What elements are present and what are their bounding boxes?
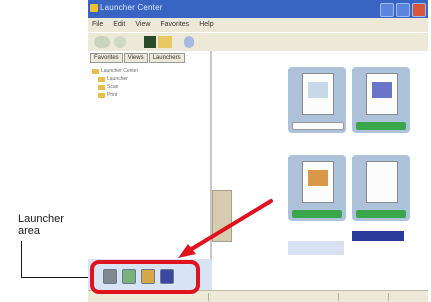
tree-item[interactable]: Launcher xyxy=(92,75,138,83)
tab-launchers[interactable]: Launchers xyxy=(148,53,185,63)
toolbar xyxy=(88,32,428,52)
menu-bar: File Edit View Favorites Help xyxy=(88,18,428,32)
callout-leader-line-horizontal xyxy=(21,277,89,278)
callout-line-2: area xyxy=(18,225,41,237)
launcher-area-highlight xyxy=(90,260,200,294)
thumbnail-item[interactable] xyxy=(352,155,410,221)
page-image xyxy=(372,82,392,98)
menu-file[interactable]: File xyxy=(92,18,103,32)
close-button[interactable] xyxy=(412,3,426,17)
thumbnail-item-partial[interactable] xyxy=(288,241,344,255)
page-image xyxy=(308,82,328,98)
tree-item[interactable]: Scan xyxy=(92,83,138,91)
thumbnail-pane xyxy=(212,51,428,290)
maximize-button[interactable] xyxy=(396,3,410,17)
tree-item-label: Print xyxy=(107,92,118,98)
pane-tabs: Favorites Views Launchers xyxy=(90,53,185,63)
folder-tree: Launcher Center Launcher Scan Print xyxy=(92,67,138,99)
tree-item-label: Launcher xyxy=(107,76,128,82)
folder-icon[interactable] xyxy=(158,36,172,48)
forward-icon[interactable] xyxy=(114,36,126,48)
thumbnail-caption xyxy=(356,122,406,130)
document-page xyxy=(302,161,334,203)
folder-icon xyxy=(98,92,105,98)
thumbnail-caption xyxy=(292,122,344,130)
thumbnail-view-icon[interactable] xyxy=(144,36,156,48)
tab-favorites[interactable]: Favorites xyxy=(90,53,123,63)
document-page xyxy=(302,73,334,115)
menu-view[interactable]: View xyxy=(135,18,150,32)
tree-item[interactable]: Launcher Center xyxy=(92,67,138,75)
folder-icon xyxy=(98,76,105,82)
menu-favorites[interactable]: Favorites xyxy=(160,18,189,32)
tree-item-label: Scan xyxy=(107,84,119,90)
document-page xyxy=(366,161,398,203)
tree-item-label: Launcher Center xyxy=(101,68,139,74)
callout-line-1: Launcher xyxy=(18,213,64,225)
thumbnail-item[interactable] xyxy=(288,155,346,221)
document-page xyxy=(366,73,398,115)
thumbnail-caption xyxy=(292,210,342,218)
menu-edit[interactable]: Edit xyxy=(113,18,125,32)
tree-pane: Favorites Views Launchers Launcher Cente… xyxy=(88,51,212,259)
folder-icon xyxy=(92,68,99,74)
status-segment xyxy=(338,293,339,301)
desktop-item xyxy=(212,190,232,242)
thumbnail-item-partial[interactable] xyxy=(352,231,404,241)
title-bar: Launcher Center xyxy=(88,0,428,18)
status-segment xyxy=(388,293,389,301)
tree-item[interactable]: Print xyxy=(92,91,138,99)
thumbnail-item[interactable] xyxy=(288,67,346,133)
help-icon[interactable] xyxy=(184,36,194,48)
window-title: Launcher Center xyxy=(100,3,163,12)
page-image xyxy=(308,170,328,186)
tab-views[interactable]: Views xyxy=(123,53,148,63)
app-window: Launcher Center File Edit View Favorites… xyxy=(88,0,428,302)
status-segment xyxy=(208,293,209,301)
app-icon xyxy=(90,4,98,12)
thumbnail-caption xyxy=(356,210,406,218)
callout-leader-line xyxy=(21,241,22,278)
menu-help[interactable]: Help xyxy=(199,18,213,32)
minimize-button[interactable] xyxy=(380,3,394,17)
launcher-area-callout: Launcher area xyxy=(18,213,64,237)
thumbnail-item[interactable] xyxy=(352,67,410,133)
back-icon[interactable] xyxy=(94,36,110,48)
folder-icon xyxy=(98,84,105,90)
window-controls xyxy=(380,3,426,17)
